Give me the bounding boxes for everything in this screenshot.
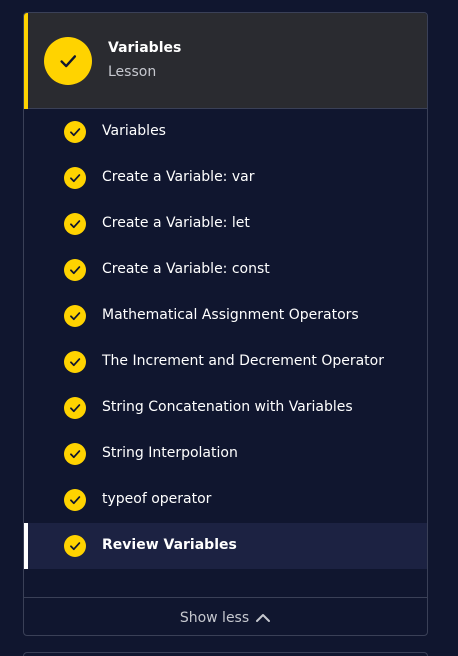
lesson-item-label: Variables (102, 123, 166, 139)
module-card: Variables Lesson Variables Create a Vari… (23, 12, 428, 636)
lesson-item-math-assignment[interactable]: Mathematical Assignment Operators (24, 293, 427, 339)
show-less-button[interactable]: Show less (24, 597, 427, 635)
check-icon (64, 535, 86, 557)
check-icon (64, 121, 86, 143)
lesson-item-label: Create a Variable: var (102, 169, 255, 185)
check-icon (64, 397, 86, 419)
lesson-list: Variables Create a Variable: var Create … (24, 109, 427, 569)
check-icon (64, 305, 86, 327)
module-header[interactable]: Variables Lesson (24, 13, 427, 109)
lesson-item-review-variables[interactable]: Review Variables (24, 523, 427, 569)
lesson-item-string-concatenation[interactable]: String Concatenation with Variables (24, 385, 427, 431)
lesson-item-create-var[interactable]: Create a Variable: var (24, 155, 427, 201)
active-indicator (24, 523, 28, 569)
check-icon (64, 443, 86, 465)
lesson-item-label: Review Variables (102, 537, 237, 553)
check-icon (64, 351, 86, 373)
check-icon (64, 259, 86, 281)
lesson-item-label: The Increment and Decrement Operator (102, 353, 384, 369)
check-icon (64, 489, 86, 511)
lesson-item-label: Mathematical Assignment Operators (102, 307, 359, 323)
lesson-item-label: Create a Variable: const (102, 261, 270, 277)
check-icon (44, 37, 92, 85)
lesson-item-label: Create a Variable: let (102, 215, 250, 231)
check-icon (64, 213, 86, 235)
lesson-item-label: String Interpolation (102, 445, 238, 461)
chevron-up-icon (255, 612, 271, 624)
check-icon (64, 167, 86, 189)
module-subtitle: Lesson (108, 64, 157, 80)
lesson-item-typeof-operator[interactable]: typeof operator (24, 477, 427, 523)
lesson-item-string-interpolation[interactable]: String Interpolation (24, 431, 427, 477)
module-title: Variables (108, 40, 182, 56)
header-accent-bar (24, 13, 28, 109)
page: Variables Lesson Variables Create a Vari… (0, 0, 458, 656)
lesson-item-create-let[interactable]: Create a Variable: let (24, 201, 427, 247)
lesson-item-variables[interactable]: Variables (24, 109, 427, 155)
lesson-item-create-const[interactable]: Create a Variable: const (24, 247, 427, 293)
lesson-item-label: typeof operator (102, 491, 212, 507)
lesson-item-label: String Concatenation with Variables (102, 399, 353, 415)
next-module-card (23, 652, 428, 656)
lesson-item-increment-decrement[interactable]: The Increment and Decrement Operator (24, 339, 427, 385)
show-less-label: Show less (179, 609, 250, 626)
